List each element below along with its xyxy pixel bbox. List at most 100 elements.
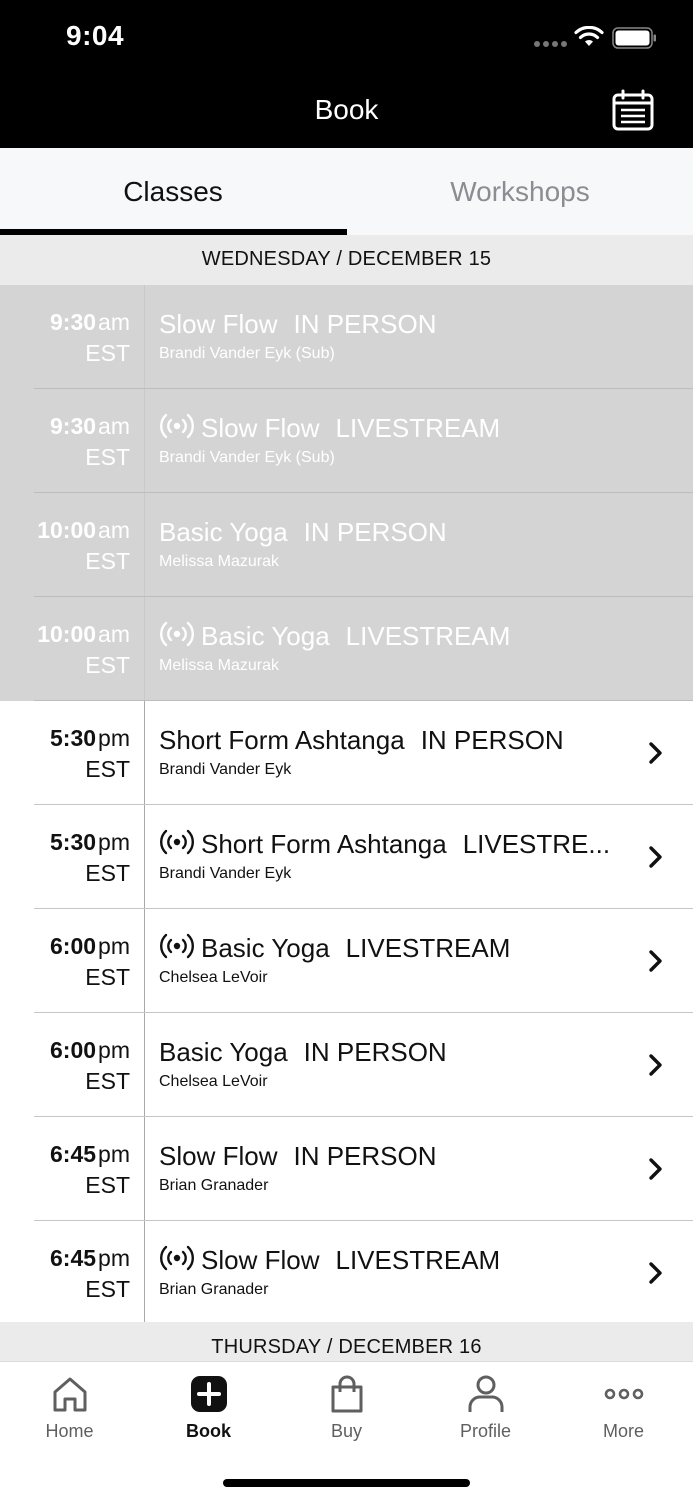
time-value: 6:45: [50, 1245, 97, 1271]
time-value: 10:00: [37, 517, 97, 543]
time-value: 6:00: [50, 933, 97, 959]
tab-bar-label: Book: [186, 1421, 231, 1441]
class-info: Basic Yoga LIVESTREAM Chelsea LeVoir: [159, 931, 633, 987]
chevron-right-icon[interactable]: [647, 1261, 665, 1285]
instructor-name: Brian Granader: [159, 1177, 269, 1194]
class-info: Basic Yoga IN PERSON Melissa Mazurak: [159, 515, 633, 571]
signal-dots-icon: [534, 41, 567, 47]
time-value: 10:00: [37, 621, 97, 647]
tab-bar-profile[interactable]: Profile: [416, 1362, 555, 1452]
divider: [144, 1013, 145, 1117]
wifi-icon: [574, 26, 604, 46]
time-ampm: pm: [98, 829, 130, 855]
class-type: IN PERSON: [303, 1037, 447, 1067]
class-type: IN PERSON: [303, 517, 447, 547]
chevron-right-icon[interactable]: [647, 1053, 665, 1077]
class-time: 9:30am EST: [20, 411, 130, 473]
divider: [144, 701, 145, 805]
time-value: 6:00: [50, 1037, 97, 1063]
divider: [144, 909, 145, 1013]
divider: [144, 389, 145, 493]
divider: [144, 805, 145, 909]
day-header: WEDNESDAY / DECEMBER 15: [0, 235, 693, 285]
livestream-icon: [159, 412, 195, 440]
battery-icon: [612, 27, 656, 49]
status-bar: 9:04: [0, 0, 693, 75]
class-row[interactable]: 5:30pm EST Short Form Ashtanga IN PERSON Bra…: [0, 701, 693, 805]
divider: [144, 1221, 145, 1325]
tab-bar-label: More: [602, 1421, 644, 1441]
class-row: 10:00am EST Basic Yoga LIVESTREAM Melissa Ma…: [0, 597, 693, 701]
class-row[interactable]: 6:45pm EST Slow Flow IN PERSON Brian Granade…: [0, 1117, 693, 1221]
tab-bar-more[interactable]: More: [554, 1362, 693, 1452]
chevron-right-icon[interactable]: [647, 1157, 665, 1181]
class-name: Short Form Ashtanga: [201, 829, 447, 859]
class-time: 5:30pm EST: [20, 723, 130, 785]
instructor-name: Chelsea LeVoir: [159, 969, 268, 986]
class-time: 6:45pm EST: [20, 1243, 130, 1305]
nav-bar: Book: [0, 75, 693, 148]
instructor-name: Chelsea LeVoir: [159, 1073, 268, 1090]
instructor-name: Brandi Vander Eyk (Sub): [159, 345, 335, 362]
class-info: Slow Flow LIVESTREAM Brian Granader: [159, 1243, 633, 1299]
time-value: 5:30: [50, 829, 97, 855]
time-value: 9:30: [50, 309, 97, 335]
class-row[interactable]: 6:00pm EST Basic Yoga LIVESTREAM Chelsea LeV…: [0, 909, 693, 1013]
chevron-right-icon[interactable]: [647, 845, 665, 869]
tab-classes[interactable]: Classes: [0, 148, 346, 235]
status-time: 9:04: [66, 20, 125, 51]
tab-bar-label: Buy: [330, 1421, 363, 1441]
class-type: IN PERSON: [293, 1141, 437, 1171]
class-info: Slow Flow IN PERSON Brandi Vander Eyk (Sub…: [159, 307, 633, 363]
time-zone: EST: [85, 548, 130, 574]
time-ampm: am: [98, 517, 130, 543]
time-zone: EST: [85, 444, 130, 470]
divider: [144, 493, 145, 597]
tab-bar-home[interactable]: Home: [0, 1362, 139, 1452]
divider: [144, 1117, 145, 1221]
livestream-icon: [159, 932, 195, 960]
class-type: LIVESTRE...: [462, 829, 611, 859]
time-ampm: pm: [98, 1245, 130, 1271]
more-dots-icon: [604, 1388, 643, 1400]
class-info: Slow Flow LIVESTREAM Brandi Vander Eyk (Su…: [159, 411, 633, 467]
tab-bar-label: Profile: [459, 1421, 512, 1441]
time-ampm: am: [98, 413, 130, 439]
class-name: Basic Yoga: [159, 517, 288, 547]
tab-bar-label: Home: [45, 1421, 94, 1441]
instructor-name: Brandi Vander Eyk (Sub): [159, 449, 335, 466]
livestream-icon: [159, 828, 195, 856]
livestream-icon: [159, 620, 195, 648]
class-row[interactable]: 5:30pm EST Short Form Ashtanga LIVESTRE... B…: [0, 805, 693, 909]
class-type: LIVESTREAM: [335, 1245, 501, 1275]
chevron-right-icon[interactable]: [647, 949, 665, 973]
tab-workshops[interactable]: Workshops: [347, 148, 693, 235]
calendar-icon[interactable]: [611, 89, 655, 133]
instructor-name: Melissa Mazurak: [159, 553, 280, 570]
class-name: Slow Flow: [201, 413, 320, 443]
tab-bar-buy[interactable]: Buy: [277, 1362, 416, 1452]
time-ampm: am: [98, 621, 130, 647]
class-row: 9:30am EST Slow Flow IN PERSON Brandi Vander…: [0, 285, 693, 389]
class-row[interactable]: 6:45pm EST Slow Flow LIVESTREAM Brian Granad…: [0, 1221, 693, 1325]
shopping-bag-icon: [331, 1375, 362, 1413]
class-info: Short Form Ashtanga LIVESTRE... Brandi Van…: [159, 827, 633, 883]
instructor-name: Brian Granader: [159, 1281, 269, 1298]
class-type: LIVESTREAM: [345, 621, 511, 651]
class-type: LIVESTREAM: [335, 413, 501, 443]
page-title: Book: [314, 94, 379, 125]
home-icon: [53, 1377, 86, 1412]
chevron-right-icon[interactable]: [647, 741, 665, 765]
class-row: 10:00am EST Basic Yoga IN PERSON Melissa Maz…: [0, 493, 693, 597]
day-header: THURSDAY / DECEMBER 16: [0, 1322, 693, 1362]
time-zone: EST: [85, 756, 130, 782]
time-zone: EST: [85, 1068, 130, 1094]
tab-strip: Classes Workshops: [0, 148, 693, 235]
class-info: Slow Flow IN PERSON Brian Granader: [159, 1139, 633, 1195]
instructor-name: Melissa Mazurak: [159, 657, 280, 674]
class-row[interactable]: 6:00pm EST Basic Yoga IN PERSON Chelsea LeVo…: [0, 1013, 693, 1117]
tab-bar-book[interactable]: Book: [139, 1362, 278, 1452]
class-name: Basic Yoga: [201, 621, 330, 651]
class-name: Basic Yoga: [201, 933, 330, 963]
divider: [144, 597, 145, 701]
